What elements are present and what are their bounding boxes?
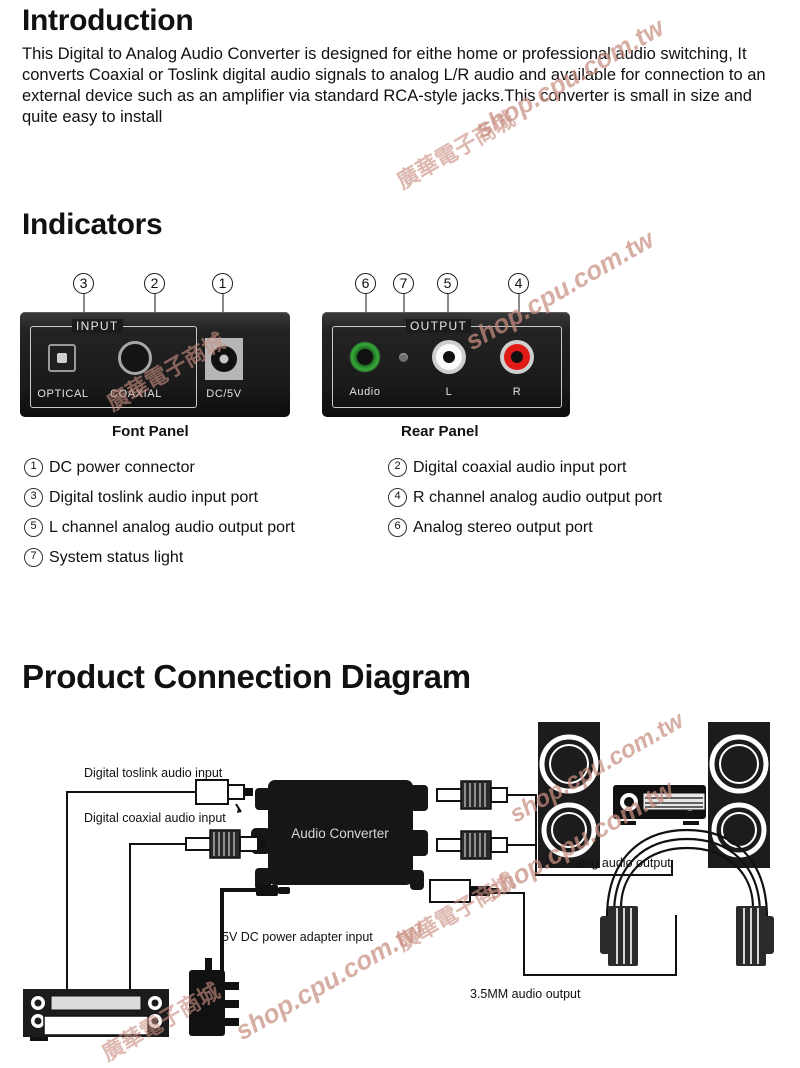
connection-diagram-illustration: Audio Converter	[23, 722, 774, 1041]
callout-number-3: 3	[73, 273, 94, 294]
rca-left-jack-icon	[432, 340, 466, 374]
callout-number-1: 1	[212, 273, 233, 294]
legend-text-5: L channel analog audio output port	[49, 518, 295, 536]
legend-text-1: DC power connector	[49, 458, 195, 476]
label-power-input: 5V DC power adapter input	[222, 930, 373, 944]
callout-number-6: 6	[355, 273, 376, 294]
legend-item-6: 6 Analog stereo output port	[388, 518, 593, 537]
power-plug-icon	[256, 885, 290, 896]
connection-diagram-heading: Product Connection Diagram	[22, 658, 471, 695]
introduction-paragraph: This Digital to Analog Audio Converter i…	[22, 45, 766, 126]
callout-number-4: 4	[508, 273, 529, 294]
legend-text-7: System status light	[49, 548, 184, 566]
wire-headphone	[498, 892, 677, 976]
legend-item-5: 5 L channel analog audio output port	[24, 518, 295, 537]
legend-number-3: 3	[24, 488, 43, 507]
legend-number-6: 6	[388, 518, 407, 537]
document-page: Introduction This Digital to Analog Audi…	[0, 0, 800, 1067]
label-coaxial-input: Digital coaxial audio input	[84, 811, 226, 825]
legend-text-6: Analog stereo output port	[413, 518, 593, 536]
rear-panel-image: OUTPUT Audio L R	[322, 312, 570, 417]
legend-number-7: 7	[24, 548, 43, 567]
legend-item-2: 2 Digital coaxial audio input port	[388, 458, 626, 477]
legend-number-4: 4	[388, 488, 407, 507]
rca-left-label: L	[445, 386, 453, 398]
output-group-label: OUTPUT	[406, 319, 472, 333]
power-adapter-icon	[189, 958, 239, 1036]
legend-text-3: Digital toslink audio input port	[49, 488, 259, 506]
label-toslink-input: Digital toslink audio input	[84, 766, 223, 780]
rca-right-jack-icon	[500, 340, 534, 374]
wire-coaxial	[129, 843, 186, 990]
source-device-icon	[23, 989, 169, 1041]
legend-text-4: R channel analog audio output port	[413, 488, 663, 506]
rear-panel-caption: Rear Panel	[401, 423, 479, 440]
amplifier-icon	[613, 785, 706, 825]
converter-port-right-bot	[410, 870, 424, 890]
toslink-plug-icon	[195, 779, 253, 813]
converter-device-label: Audio Converter	[291, 826, 389, 841]
optical-port-label: OPTICAL	[37, 388, 89, 400]
converter-port-right-top	[410, 785, 428, 811]
dc-port-label: DC/5V	[206, 388, 242, 400]
front-panel-image: INPUT OPTICAL COAXIAL DC/5V	[20, 312, 290, 417]
callout-number-5: 5	[437, 273, 458, 294]
legend-text-2: Digital coaxial audio input port	[413, 458, 627, 476]
rca-right-label: R	[512, 386, 522, 398]
legend-item-4: 4 R channel analog audio output port	[388, 488, 662, 507]
legend-item-1: 1 DC power connector	[24, 458, 195, 477]
legend-number-1: 1	[24, 458, 43, 477]
indicators-heading: Indicators	[22, 208, 163, 241]
dc-power-jack-icon	[205, 338, 243, 380]
rca-plug-mid-icon	[436, 830, 508, 860]
input-group-label: INPUT	[72, 319, 123, 333]
coaxial-port-label: COAXIAL	[110, 388, 162, 400]
introduction-heading: Introduction	[22, 4, 194, 37]
status-led-icon	[399, 353, 408, 362]
speaker-left-icon	[538, 722, 600, 868]
legend-number-5: 5	[24, 518, 43, 537]
jack-35mm-plug-icon	[429, 879, 499, 903]
audio-port-label: Audio	[349, 386, 381, 398]
rca-plug-top-icon	[436, 780, 508, 810]
label-35mm-output: 3.5MM audio output	[470, 987, 581, 1001]
legend-item-7: 7 System status light	[24, 548, 183, 567]
callout-number-7: 7	[393, 273, 414, 294]
converter-port-right-mid	[410, 830, 428, 856]
front-panel-caption: Font Panel	[112, 423, 189, 440]
audio-converter-device: Audio Converter	[251, 780, 428, 890]
analog-stereo-jack-icon	[350, 342, 380, 372]
coaxial-jack-icon	[118, 341, 152, 375]
converter-port-left-top	[255, 788, 271, 810]
legend-number-2: 2	[388, 458, 407, 477]
optical-jack-icon	[48, 344, 76, 372]
legend-item-3: 3 Digital toslink audio input port	[24, 488, 258, 507]
label-lr-output: L/R analog audio output	[538, 856, 671, 870]
callout-number-2: 2	[144, 273, 165, 294]
